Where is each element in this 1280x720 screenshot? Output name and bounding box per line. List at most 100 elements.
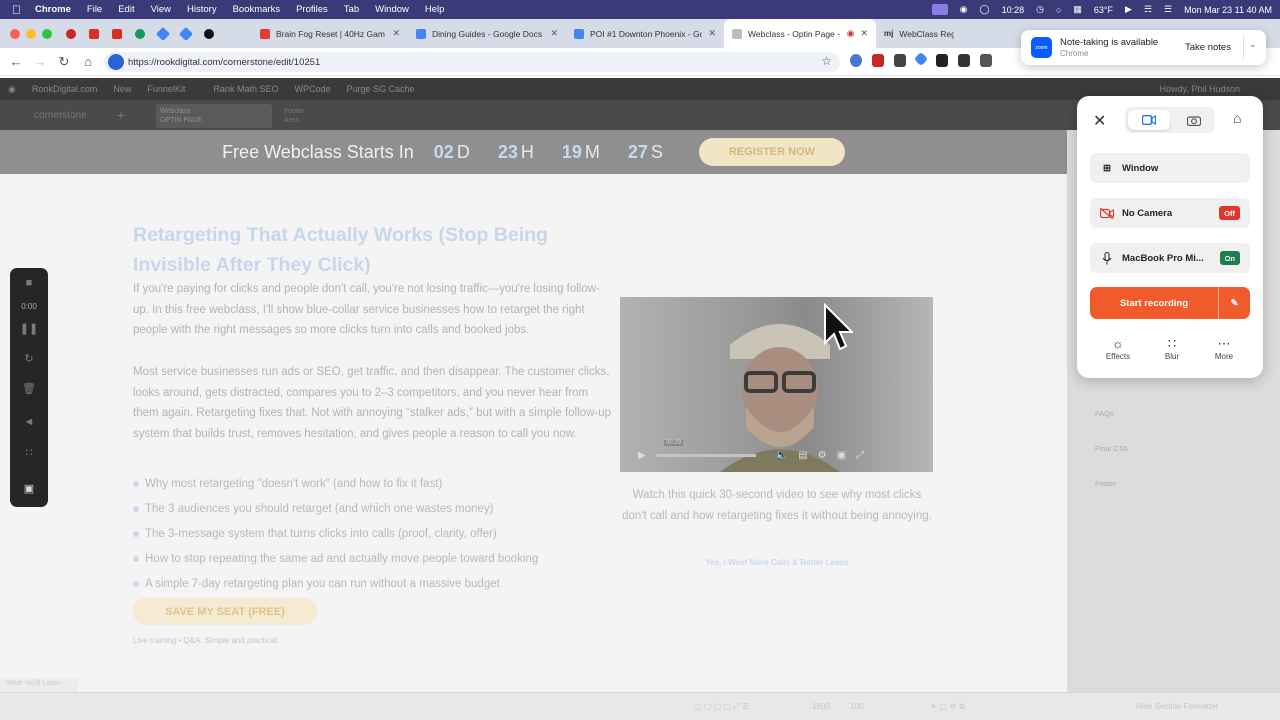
record-icon[interactable]: ◉ [960,4,968,15]
mic-state-badge[interactable]: On [1219,251,1240,265]
pinned-tab-icon[interactable] [66,28,76,39]
tab-webclass-register[interactable]: mj WebClass Regist [876,19,962,48]
close-icon[interactable]: ✕ [1093,111,1106,131]
volume-icon[interactable]: 🔈 [776,450,788,461]
trash-icon[interactable]: 🗑 [10,382,48,395]
pip-icon[interactable]: ▣ [837,450,846,461]
take-notes-button[interactable]: Take notes [1176,36,1240,58]
cornerstone-logo[interactable]: cornerstone [34,110,87,121]
drive-icon[interactable] [135,28,145,39]
save-seat-button[interactable]: SAVE MY SEAT (FREE) [133,598,317,625]
close-tab-icon[interactable]: ✕ [550,28,558,39]
register-now-button[interactable]: REGISTER NOW [698,138,845,166]
forward-icon[interactable]: → [28,54,52,69]
wp-funnelkit-link[interactable]: FunnelKit [147,84,185,94]
reload-icon[interactable]: ↻ [52,54,76,70]
restart-icon[interactable]: ↻ [10,352,48,365]
circle-icon[interactable]: ○ [1056,5,1061,15]
address-bar[interactable]: https://rookdigital.com/cornerstone/edit… [104,52,840,72]
wp-wpcode-link[interactable]: WPCode [294,84,330,94]
gemini-icon[interactable] [155,26,171,41]
minimize-window-button[interactable] [26,28,36,39]
grid-icon[interactable]: ▦ [1073,4,1082,15]
screenshot-mode-icon[interactable] [1177,110,1211,130]
bookmark-star-icon[interactable]: ☆ [821,54,832,68]
zoom-status-icon[interactable]: ◯ [980,4,990,15]
menu-edit[interactable]: Edit [118,4,134,15]
wordpress-icon[interactable]: ◉ [8,84,16,95]
apple-icon[interactable]:  [12,3,21,17]
more-option[interactable]: ⋯ More [1204,336,1244,361]
home-icon[interactable]: ⌂ [1233,110,1241,126]
menu-app-name[interactable]: Chrome [35,4,71,15]
home-icon[interactable]: ⌂ [76,54,100,69]
preview-icons[interactable]: ☀ ▢ ⚙ ⚙ [930,702,966,711]
extension-icon[interactable] [936,54,948,67]
chatgpt-icon[interactable] [204,28,214,39]
video-cta-link[interactable]: Yes, I Want More Calls & Better Leads [622,558,932,567]
fullscreen-icon[interactable]: ⤢ [856,450,864,461]
layout-icon[interactable]: ▢ ▢ ▢ ▢ ⤢ ☰ [694,702,749,712]
tab-dining-guides[interactable]: Dining Guides - Google Docs ✕ [408,19,566,48]
start-recording-button[interactable]: Start recording ✎ [1090,287,1250,319]
timer-icon[interactable]: ◷ [1036,4,1044,15]
gmail-icon[interactable] [112,28,122,39]
menu-view[interactable]: View [151,4,171,15]
close-tab-icon[interactable]: ✕ [708,28,716,39]
screen-share-icon[interactable] [931,4,948,15]
sidebar-item-footer[interactable]: Footer [1095,479,1117,488]
back-icon[interactable]: ← [4,54,28,69]
blur-option[interactable]: ∷ Blur [1152,336,1192,361]
chrome-notification[interactable]: zoom Note-taking is available Chrome Tak… [1021,30,1266,65]
menu-file[interactable]: File [87,4,102,15]
zoom-width[interactable]: 1600 [812,702,830,711]
zoom-percent[interactable]: 100 [850,702,863,711]
extension-icon[interactable] [980,54,992,67]
blur-icon[interactable]: ∷ [10,446,48,459]
pause-icon[interactable]: ❚❚ [10,322,48,335]
wp-rankmath-link[interactable]: Rank Math SEO [213,84,278,94]
extension-icon[interactable] [872,54,884,67]
cs-document-tab[interactable]: Webclass OPTIN PAGE [156,104,272,128]
camera-state-badge[interactable]: Off [1219,206,1240,220]
wp-new-link[interactable]: New [113,84,131,94]
gmail-icon[interactable] [89,28,99,39]
progress-bar[interactable] [655,453,756,457]
close-tab-icon[interactable]: ✕ [392,28,400,39]
captions-icon[interactable]: ▤ [798,450,807,461]
menu-profiles[interactable]: Profiles [296,4,328,15]
close-tab-icon[interactable]: ✕ [860,28,868,39]
sidebar-item-faqs[interactable]: FAQs [1095,409,1114,418]
close-window-button[interactable] [10,28,20,39]
wp-purge-cache-link[interactable]: Purge SG Cache [346,84,414,94]
menu-window[interactable]: Window [375,4,409,15]
zoom-window-button[interactable] [42,28,52,39]
extension-icon[interactable] [958,54,970,67]
wp-howdy[interactable]: Howdy, Phil Hudson [1160,84,1240,94]
add-icon[interactable]: + [117,107,125,123]
wp-site-link[interactable]: RookDigital.com [32,84,98,94]
control-center-icon[interactable]: ☰ [1164,4,1172,15]
tab-brain-fog[interactable]: Brain Fog Reset | 40Hz Gam ✕ [252,19,408,48]
annotate-pen-icon[interactable]: ✎ [1218,287,1250,319]
play-icon[interactable]: ▶ [638,450,646,461]
chevron-down-icon[interactable]: ⌄ [1249,39,1257,50]
menu-history[interactable]: History [187,4,217,15]
play-icon[interactable]: ▶ [1125,4,1132,15]
menu-bookmarks[interactable]: Bookmarks [233,4,281,15]
site-info-icon[interactable] [108,54,124,70]
extension-icon[interactable] [913,51,929,67]
wifi-icon[interactable]: ☴ [1144,4,1152,15]
tab-poi[interactable]: POI #1 Downton Phoenix - Go ✕ [566,19,724,48]
extension-icon[interactable] [894,54,906,67]
stop-icon[interactable]: ■ [10,277,48,289]
clock-text[interactable]: 10:28 [1002,5,1025,15]
weather-text[interactable]: 63°F [1094,5,1113,15]
menu-help[interactable]: Help [425,4,445,15]
video-mode-icon[interactable] [1128,110,1170,130]
cs-footer-tab[interactable]: Footer Area [284,107,304,125]
video-player[interactable]: 00:29 ▶ 🔈 ▤ ⚙ ▣ ⤢ [620,297,933,472]
window-source-select[interactable]: ⊞ Window [1090,153,1250,183]
camera-icon[interactable]: ▣ [10,482,48,495]
annotate-icon[interactable]: ◄ [10,416,48,428]
